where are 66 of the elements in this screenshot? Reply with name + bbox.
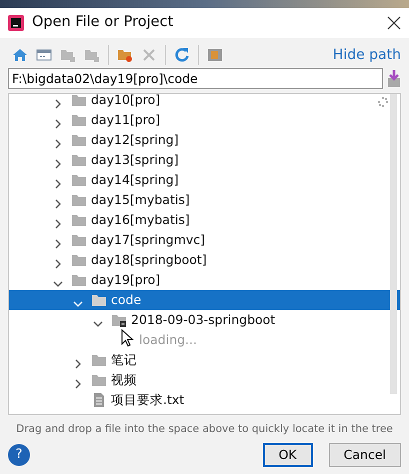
- tree-row[interactable]: 项目要求.txt: [9, 390, 400, 410]
- tree-label: day16[mybatis]: [91, 210, 190, 229]
- tree-label: day17[springmvc]: [91, 230, 206, 249]
- tree-row[interactable]: day14[spring]: [9, 170, 400, 190]
- tree-row[interactable]: day16[mybatis]: [9, 210, 400, 230]
- app-icon: [8, 15, 24, 31]
- module-folder-icon: [111, 313, 127, 327]
- dialog-button[interactable]: OK: [262, 443, 313, 467]
- tree-row[interactable]: day18[springboot]: [9, 250, 400, 270]
- folder-icon: [71, 253, 87, 267]
- tree-row[interactable]: day12[spring]: [9, 130, 400, 150]
- hide-path-link[interactable]: Hide path: [332, 44, 401, 66]
- window-icon: [36, 47, 52, 63]
- tree-label: day13[spring]: [91, 150, 179, 169]
- tree-row[interactable]: day19[pro]: [9, 270, 400, 290]
- folder-icon: [71, 173, 87, 187]
- folder-icon: [91, 293, 107, 307]
- tree-row[interactable]: day17[springmvc]: [9, 230, 400, 250]
- delete-icon: [141, 47, 157, 63]
- text-file-icon: [91, 393, 107, 407]
- scrollbar[interactable]: [390, 94, 397, 394]
- tree-label: day14[spring]: [91, 170, 179, 189]
- tree-label: code: [111, 290, 142, 309]
- mouse-pointer-icon: [121, 329, 134, 347]
- tree-label: 视频: [111, 370, 137, 389]
- refresh-icon: [174, 47, 190, 63]
- tree-label: day15[mybatis]: [91, 190, 190, 209]
- folder-icon: [71, 193, 87, 207]
- folder-icon: [60, 47, 76, 63]
- tree-label: 项目要求.txt: [111, 390, 184, 409]
- close-button[interactable]: [387, 16, 401, 30]
- folder-icon: [71, 233, 87, 247]
- folder-icon: [91, 373, 107, 387]
- help-button[interactable]: ?: [8, 444, 30, 466]
- home-icon: [12, 47, 28, 63]
- tree-row[interactable]: 2018-09-03-springboot: [9, 310, 400, 330]
- spinner-icon: [378, 97, 388, 107]
- tree-label: 2018-09-03-springboot: [131, 310, 276, 329]
- new-folder-icon: [117, 47, 133, 63]
- folder-icon: [84, 47, 100, 63]
- folder-icon: [71, 153, 87, 167]
- tree-row[interactable]: day11[pro]: [9, 110, 400, 130]
- tree-row[interactable]: code: [9, 290, 400, 310]
- tree-label: day12[spring]: [91, 130, 179, 149]
- path-field[interactable]: F:\bigdata02\day19[pro]\code: [8, 68, 383, 89]
- tree-row[interactable]: 笔记: [9, 350, 400, 370]
- tree-label: day10[pro]: [91, 94, 160, 109]
- folder-icon: [91, 353, 107, 367]
- folder-icon: [71, 133, 87, 147]
- tree-row[interactable]: day13[spring]: [9, 150, 400, 170]
- tree-row[interactable]: day10[pro]: [9, 94, 400, 110]
- folder-icon: [71, 273, 87, 287]
- tree-label: day11[pro]: [91, 110, 160, 129]
- dialog-button[interactable]: Cancel: [328, 443, 401, 467]
- folder-icon: [71, 94, 87, 107]
- tree-label: day18[springboot]: [91, 250, 207, 269]
- tree-label: 笔记: [111, 350, 137, 369]
- hint-text: Drag and drop a file into the space above to quickly locate it in the tree: [16, 423, 393, 435]
- folder-icon: [71, 213, 87, 227]
- tree-row[interactable]: 视频: [9, 370, 400, 390]
- download-icon: [387, 70, 401, 88]
- window-title: Open File or Project: [32, 13, 174, 32]
- tree-label: day19[pro]: [91, 270, 160, 289]
- loading-text: loading...: [139, 330, 197, 349]
- folder-icon: [71, 113, 87, 127]
- tree-row[interactable]: day15[mybatis]: [9, 190, 400, 210]
